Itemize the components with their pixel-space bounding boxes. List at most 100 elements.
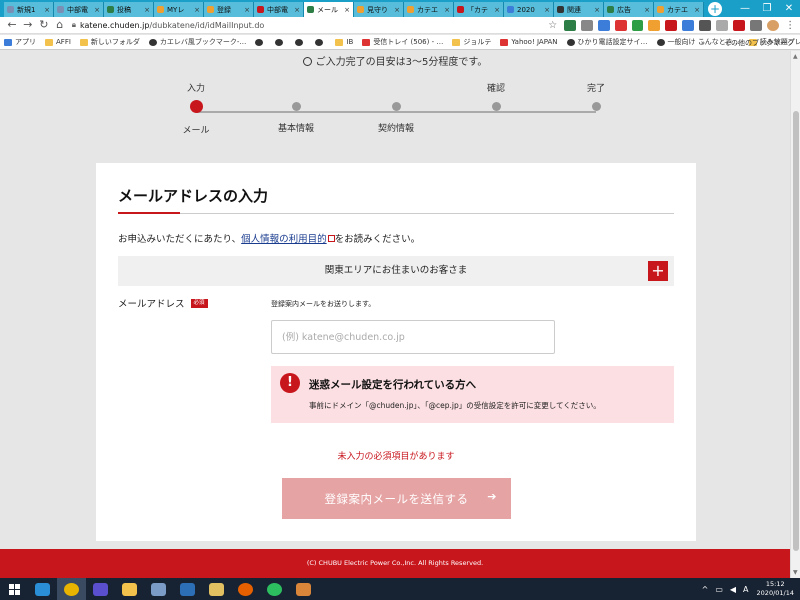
bookmark-item[interactable]: アプリ	[4, 37, 36, 47]
tray-up-arrow-icon[interactable]: ^	[702, 585, 709, 594]
scroll-up-icon[interactable]: ▲	[793, 53, 798, 60]
browser-tab[interactable]: 中部電 ×	[54, 2, 104, 17]
taskbar-app-remote[interactable]	[173, 578, 202, 600]
tab-close-icon[interactable]: ×	[244, 6, 250, 14]
tab-close-icon[interactable]: ×	[294, 6, 300, 14]
bookmark-item[interactable]: ひかり電話設定サイ…	[566, 37, 648, 47]
bookmark-item[interactable]: AFFI	[45, 38, 71, 46]
tab-close-icon[interactable]: ×	[144, 6, 150, 14]
forward-icon[interactable]: →	[20, 18, 36, 32]
email-field[interactable]	[271, 320, 555, 354]
globe-icon	[315, 38, 324, 46]
tab-favicon-icon	[157, 6, 164, 13]
bookmarks-overflow-icon[interactable]: »	[701, 39, 705, 47]
bookmark-item[interactable]	[315, 38, 326, 46]
taskbar-app-firefox[interactable]	[231, 578, 260, 600]
browser-tab[interactable]: メール ×	[304, 2, 354, 17]
bookmark-item[interactable]: IB	[335, 38, 353, 46]
extension-icon[interactable]	[648, 19, 661, 31]
tab-close-icon[interactable]: ×	[594, 6, 600, 14]
back-icon[interactable]: ←	[4, 18, 20, 32]
browser-tab[interactable]: カテエ ×	[654, 2, 704, 17]
taskbar-app-chrome[interactable]	[57, 578, 86, 600]
extension-icon[interactable]	[733, 19, 746, 31]
extension-icon[interactable]	[750, 19, 763, 31]
browser-tab[interactable]: 投稿 ×	[104, 2, 154, 17]
bookmark-item[interactable]: 新しいフォルダ	[79, 37, 140, 47]
network-icon[interactable]: ▭	[715, 585, 723, 594]
expand-plus-icon[interactable]: +	[648, 261, 668, 281]
tab-close-icon[interactable]: ×	[544, 6, 550, 14]
menu-icon[interactable]: ⋮	[784, 20, 796, 31]
browser-tab[interactable]: 見守り ×	[354, 2, 404, 17]
browser-tab[interactable]: 広告 ×	[604, 2, 654, 17]
bookmark-item[interactable]: ジョルテ	[452, 37, 491, 47]
bookmark-item[interactable]: Yahoo! JAPAN	[500, 38, 558, 46]
taskbar-app-thunderbird[interactable]	[144, 578, 173, 600]
bookmark-label: ジョルテ	[463, 38, 492, 46]
system-tray: ^ ▭ ◀ A 15:12 2020/01/14	[695, 578, 794, 600]
extension-icon[interactable]	[682, 19, 695, 31]
new-tab-button[interactable]: +	[708, 2, 722, 16]
browser-tab[interactable]: 「カテ ×	[454, 2, 504, 17]
extension-icon[interactable]	[580, 19, 593, 31]
home-icon[interactable]: ⌂	[52, 18, 68, 32]
bookmark-item[interactable]: カエレバ風ブックマーク-…	[148, 37, 247, 47]
tab-close-icon[interactable]: ×	[194, 6, 200, 14]
extension-icon[interactable]	[699, 19, 712, 31]
scrollbar-thumb[interactable]	[793, 111, 799, 551]
minimize-icon[interactable]: —	[734, 0, 756, 17]
avatar[interactable]	[767, 19, 780, 31]
bookmark-item[interactable]: 受信トレイ (506) - …	[362, 37, 443, 47]
windows-start-button[interactable]	[0, 578, 28, 600]
taskbar-app-settings[interactable]	[86, 578, 115, 600]
tab-close-icon[interactable]: ×	[694, 6, 700, 14]
browser-tab[interactable]: 中部電 ×	[254, 2, 304, 17]
tab-close-icon[interactable]: ×	[444, 6, 450, 14]
ime-mode-indicator[interactable]: A	[743, 585, 748, 594]
extension-icon[interactable]	[614, 19, 627, 31]
tab-close-icon[interactable]: ×	[394, 6, 400, 14]
submit-label: 登録案内メールを送信する	[324, 492, 469, 506]
reload-icon[interactable]: ↻	[36, 18, 52, 32]
kanto-region-accordion[interactable]: 関東エリアにお住まいのお客さま +	[118, 256, 674, 286]
tab-close-icon[interactable]: ×	[644, 6, 650, 14]
tab-close-icon[interactable]: ×	[344, 6, 350, 14]
extension-icon[interactable]	[631, 19, 644, 31]
time-estimate-text: ご入力完了の目安は3～5分程度です。	[315, 57, 488, 68]
browser-tab[interactable]: カテエ ×	[404, 2, 454, 17]
bookmark-label: ひかり電話設定サイ…	[577, 38, 648, 46]
extension-icon[interactable]	[597, 19, 610, 31]
taskbar-app-photos[interactable]	[202, 578, 231, 600]
browser-tab[interactable]: 新規1 ×	[4, 2, 54, 17]
extension-icon[interactable]	[716, 19, 729, 31]
bookmark-item[interactable]	[275, 38, 286, 46]
taskbar-app-evernote[interactable]	[260, 578, 289, 600]
taskbar-app-orange-app[interactable]	[289, 578, 318, 600]
bookmark-item[interactable]	[255, 38, 266, 46]
bookmark-item[interactable]	[295, 38, 306, 46]
taskbar-app-ie[interactable]	[28, 578, 57, 600]
tab-close-icon[interactable]: ×	[44, 6, 50, 14]
browser-tab[interactable]: 関連 ×	[554, 2, 604, 17]
volume-icon[interactable]: ◀	[730, 585, 736, 594]
bookmark-star-icon[interactable]: ☆	[547, 20, 559, 31]
scroll-down-icon[interactable]: ▼	[793, 569, 798, 576]
browser-tab[interactable]: MYレ ×	[154, 2, 204, 17]
extension-icon[interactable]	[563, 19, 576, 31]
tab-close-icon[interactable]: ×	[94, 6, 100, 14]
bookmark-label: カエレバ風ブックマーク-…	[159, 38, 247, 46]
close-icon[interactable]: ✕	[778, 0, 800, 17]
extension-icon[interactable]	[665, 19, 678, 31]
privacy-purpose-link[interactable]: 個人情報の利用目的	[241, 234, 327, 245]
browser-tab[interactable]: 2020 ×	[504, 2, 554, 17]
maximize-icon[interactable]: ❐	[756, 0, 778, 17]
taskbar-clock[interactable]: 15:12 2020/01/14	[757, 580, 794, 598]
tab-close-icon[interactable]: ×	[494, 6, 500, 14]
other-bookmarks-folder[interactable]: » その他のブックマーク	[701, 35, 794, 49]
page-scrollbar[interactable]: ▲ ▼	[790, 51, 800, 578]
browser-tab[interactable]: 登録 ×	[204, 2, 254, 17]
send-registration-email-button[interactable]: 登録案内メールを送信する ➔	[282, 478, 511, 519]
taskbar-app-explorer[interactable]	[115, 578, 144, 600]
address-bar[interactable]: 🔒︎ katene.chuden.jp/dubkatene/id/idMailI…	[72, 19, 542, 32]
